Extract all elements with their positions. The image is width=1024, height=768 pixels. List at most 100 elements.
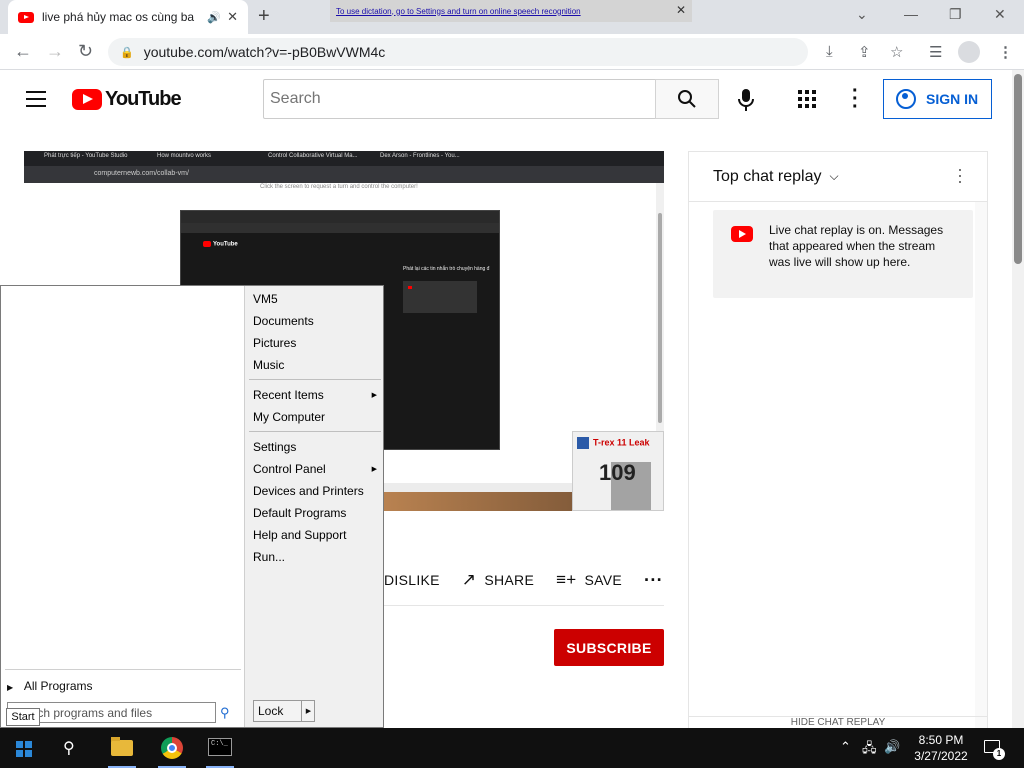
video-inner-tab: Phát trực tiếp - YouTube Studio xyxy=(44,153,128,159)
media-playlist-icon[interactable]: ☰ xyxy=(929,43,942,61)
profile-avatar[interactable] xyxy=(958,41,980,63)
sign-in-button[interactable]: SIGN IN xyxy=(883,79,992,119)
video-inner-urlbar: computernewb.com/collab-vm/ xyxy=(24,166,664,183)
minimize-button[interactable]: — xyxy=(904,6,918,22)
dislike-button[interactable]: DISLIKE xyxy=(384,572,440,588)
start-item-help-support[interactable]: Help and Support xyxy=(253,528,346,542)
start-menu-places-pane: VM5 Documents Pictures Music Recent Item… xyxy=(245,286,383,727)
chevron-down-icon[interactable]: ⌵ xyxy=(830,169,839,184)
new-tab-button[interactable]: + xyxy=(258,5,270,28)
youtube-icon xyxy=(731,226,753,242)
chrome-icon[interactable] xyxy=(161,737,183,759)
chat-more-icon[interactable]: · · · xyxy=(957,160,963,190)
start-item-recent-items[interactable]: Recent Items xyxy=(253,388,324,402)
settings-more-icon[interactable]: · · · xyxy=(852,81,859,117)
subscribe-label: SUBSCRIBE xyxy=(566,639,652,656)
windows-taskbar: ⚲ C:\_ ⌃ 🖧 🔊 8:50 PM 3/27/2022 1 xyxy=(0,728,1024,768)
start-item-run[interactable]: Run... xyxy=(253,550,285,564)
subscribe-button[interactable]: SUBSCRIBE xyxy=(554,629,664,666)
bookmark-star-icon[interactable]: ☆ xyxy=(890,43,903,61)
dictation-close-icon[interactable]: ✕ xyxy=(676,3,686,17)
nested-chat-card xyxy=(403,281,477,313)
start-item-default-programs[interactable]: Default Programs xyxy=(253,506,346,520)
lock-options-arrow-icon[interactable]: ▶ xyxy=(301,700,315,722)
reload-button[interactable]: ↻ xyxy=(78,41,93,62)
taskbar-search-icon[interactable]: ⚲ xyxy=(63,738,75,758)
youtube-header: YouTube Search · · · SIGN IN xyxy=(0,70,1012,130)
share-arrow-icon: ↗ xyxy=(461,570,477,589)
lock-button[interactable]: Lock ▶ xyxy=(253,700,315,722)
start-menu-programs-pane: ▶ All Programs Search programs and files… xyxy=(1,286,245,727)
browser-tab[interactable]: live phá hủy mac os cùng ba 🔊 ✕ xyxy=(8,0,248,34)
command-prompt-icon[interactable]: C:\_ xyxy=(208,738,232,756)
video-inner-url: computernewb.com/collab-vm/ xyxy=(94,170,189,177)
share-icon[interactable]: ⇪ xyxy=(858,43,871,61)
divider xyxy=(249,431,381,432)
back-button[interactable]: ← xyxy=(14,41,32,62)
all-programs-button[interactable]: ▶ All Programs xyxy=(7,679,93,693)
network-icon[interactable]: 🖧 xyxy=(862,739,877,761)
more-actions-icon[interactable]: ··· xyxy=(644,570,663,591)
menu-icon[interactable] xyxy=(26,91,46,112)
search-placeholder: Search xyxy=(270,90,321,107)
clock-time: 8:50 PM xyxy=(918,733,964,747)
url-text: youtube.com/watch?v=-pB0BwVWM4c xyxy=(143,44,386,60)
video-inner-tab: Dex Arson - Frontlines - You... xyxy=(380,153,460,159)
speaker-icon[interactable]: 🔊 xyxy=(207,11,221,24)
close-window-button[interactable]: ✕ xyxy=(994,6,1006,23)
lock-icon[interactable]: 🔒 xyxy=(120,46,134,59)
system-clock[interactable]: 8:50 PM 3/27/2022 xyxy=(906,732,976,764)
youtube-logo-text: YouTube xyxy=(105,88,182,110)
search-icon[interactable]: ⚲ xyxy=(220,705,230,721)
thumbnail-title: T-rex 11 Leak xyxy=(577,437,650,449)
start-item-documents[interactable]: Documents xyxy=(253,314,314,328)
browser-titlebar: live phá hủy mac os cùng ba 🔊 ✕ + To use… xyxy=(0,0,1024,34)
restore-button[interactable]: ❐ xyxy=(949,6,962,23)
dictation-notice-text[interactable]: To use dictation, go to Settings and tur… xyxy=(336,7,581,16)
start-item-settings[interactable]: Settings xyxy=(253,440,296,454)
start-item-my-computer[interactable]: My Computer xyxy=(253,410,325,424)
tab-close-icon[interactable]: ✕ xyxy=(227,9,238,25)
dictation-notice: To use dictation, go to Settings and tur… xyxy=(330,0,692,22)
save-button[interactable]: ≡+ SAVE xyxy=(556,570,622,590)
start-item-music[interactable]: Music xyxy=(253,358,284,372)
start-tooltip-text: Start xyxy=(11,711,35,723)
start-item-devices-printers[interactable]: Devices and Printers xyxy=(253,484,364,498)
voice-search-icon[interactable] xyxy=(738,89,754,111)
search-button[interactable] xyxy=(655,79,719,119)
youtube-favicon-icon xyxy=(18,11,34,23)
user-account-icon xyxy=(896,89,916,109)
chat-mode-dropdown[interactable]: Top chat replay xyxy=(713,168,822,186)
save-label: SAVE xyxy=(584,572,623,588)
tab-search-chevron-icon[interactable]: ⌄ xyxy=(856,6,868,23)
page-scrollbar[interactable] xyxy=(1012,70,1024,728)
start-item-control-panel[interactable]: Control Panel xyxy=(253,462,326,476)
search-icon xyxy=(678,90,696,108)
chat-replay-notice: Live chat replay is on. Messages that ap… xyxy=(713,210,973,298)
share-button[interactable]: ↗ SHARE xyxy=(462,570,534,590)
tray-chevron-up-icon[interactable]: ⌃ xyxy=(840,739,851,755)
search-input[interactable]: Search xyxy=(263,79,656,119)
divider xyxy=(249,379,381,380)
volume-icon[interactable]: 🔊 xyxy=(884,739,900,755)
start-tooltip: Start xyxy=(6,708,40,726)
start-menu: ▶ All Programs Search programs and files… xyxy=(0,285,384,728)
youtube-logo[interactable]: YouTube xyxy=(72,88,182,111)
forward-button[interactable]: → xyxy=(46,41,64,62)
dislike-label: DISLIKE xyxy=(384,572,440,588)
file-explorer-icon[interactable] xyxy=(111,737,133,756)
start-item-vm5[interactable]: VM5 xyxy=(253,292,278,306)
page-scrollbar-thumb[interactable] xyxy=(1014,74,1022,264)
submenu-arrow-icon: ▶ xyxy=(371,392,377,399)
start-item-pictures[interactable]: Pictures xyxy=(253,336,296,350)
apps-grid-icon[interactable] xyxy=(798,90,816,108)
install-icon[interactable]: ⤓ xyxy=(826,43,833,60)
video-thumbnail-overlay: T-rex 11 Leak 109 xyxy=(572,431,664,511)
video-inner-tabs: Phát trực tiếp - YouTube Studio How moun… xyxy=(24,151,664,166)
video-actions: DISLIKE ↗ SHARE ≡+ SAVE ··· xyxy=(384,568,685,592)
windows-start-icon[interactable] xyxy=(16,741,32,757)
chat-scrollbar[interactable] xyxy=(975,202,987,730)
address-bar[interactable]: 🔒 youtube.com/watch?v=-pB0BwVWM4c xyxy=(108,38,808,66)
chrome-menu-icon[interactable]: ⋮ xyxy=(998,43,1013,61)
chat-replay-text: Live chat replay is on. Messages that ap… xyxy=(769,223,944,269)
